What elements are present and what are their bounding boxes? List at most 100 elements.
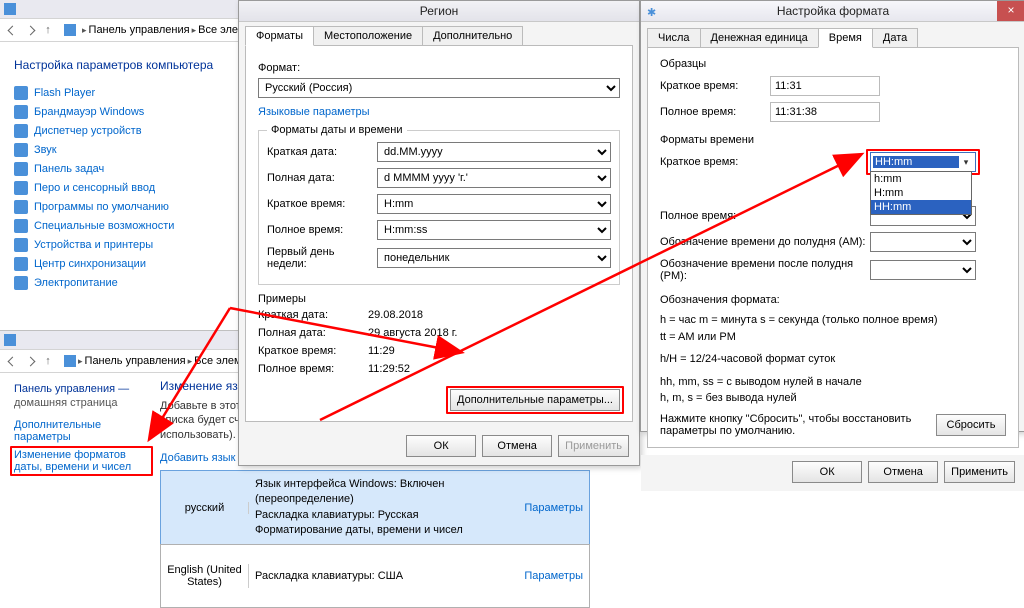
cp-item-label: Панель задач [34, 163, 104, 175]
cp-item-icon [14, 181, 28, 195]
samples-group: Образцы Краткое время: 11:31 Полное врем… [660, 58, 1006, 128]
cp-item-icon [14, 238, 28, 252]
sidebar-link-advanced[interactable]: Дополнительные параметры [14, 419, 149, 443]
chevron-down-icon: ▾ [959, 157, 973, 168]
cp-item-label: Электропитание [34, 277, 118, 289]
nav-fwd-icon[interactable] [22, 22, 38, 38]
cp-item-icon [14, 257, 28, 271]
cp-top-sysicon [4, 3, 16, 15]
pm-select[interactable] [870, 260, 976, 280]
select-option[interactable]: h:mm [871, 172, 971, 186]
example-value: 11:29:52 [368, 363, 620, 375]
lang-add-button[interactable]: Добавить язык [160, 452, 235, 464]
cancel-button[interactable]: Отмена [868, 461, 938, 483]
example-value: 29.08.2018 [368, 309, 620, 321]
cp-item-icon [14, 200, 28, 214]
language-row[interactable]: English (United States)Раскладка клавиат… [160, 544, 590, 608]
time-formats-legend: Форматы времени [660, 134, 1006, 146]
cp-item-label: Центр синхронизации [34, 258, 146, 270]
language-params-link[interactable]: Параметры [524, 570, 583, 582]
reset-note: Нажмите кнопку "Сбросить", чтобы восстан… [660, 413, 926, 437]
language-row[interactable]: русский Язык интерфейса Windows: Включен … [160, 470, 590, 546]
region-row-select[interactable]: H:mm:ss [377, 220, 611, 240]
sample-long-value: 11:31:38 [770, 102, 880, 122]
tab-date[interactable]: Дата [872, 28, 918, 48]
format-settings-dialog: ✱ Настройка формата × Числа Денежная еди… [640, 0, 1024, 432]
breadcrumb-sep [78, 355, 83, 367]
breadcrumb-sep [192, 24, 197, 36]
time-formats-group: Форматы времени Краткое время: HH:mm ▾ h… [660, 134, 1006, 288]
long-time-label: Полное время: [660, 210, 870, 222]
region-row-label: Краткое время: [267, 198, 377, 210]
tab-formats[interactable]: Форматы [245, 26, 314, 46]
breadcrumb-seg1[interactable]: Панель управления [85, 355, 186, 367]
region-row-select[interactable]: d MMMM yyyy 'г.' [377, 168, 611, 188]
select-option[interactable]: H:mm [871, 186, 971, 200]
sample-short-value: 11:31 [770, 76, 880, 96]
datetime-formats-legend: Форматы даты и времени [267, 124, 407, 136]
format-select[interactable]: Русский (Россия) [258, 78, 620, 98]
language-name: English (United States) [167, 564, 249, 588]
sample-long-label: Полное время: [660, 106, 770, 118]
cancel-button[interactable]: Отмена [482, 435, 552, 457]
am-label: Обозначение времени до полудня (AM): [660, 236, 870, 248]
nav-fwd-icon[interactable] [22, 353, 38, 369]
advanced-params-button[interactable]: Дополнительные параметры... [450, 389, 620, 411]
region-row-select[interactable]: dd.MM.yyyy [377, 142, 611, 162]
cp-icon [64, 355, 76, 367]
close-icon[interactable]: × [997, 1, 1024, 21]
nav-back-icon[interactable] [4, 22, 20, 38]
legend-title: Обозначения формата: [660, 294, 1006, 306]
apply-button: Применить [558, 435, 629, 457]
ok-button[interactable]: ОК [792, 461, 862, 483]
cp-item-label: Звук [34, 144, 57, 156]
cp-item-label: Программы по умолчанию [34, 201, 169, 213]
reset-button[interactable]: Сбросить [936, 414, 1006, 436]
cp-item-icon [14, 143, 28, 157]
tab-advanced[interactable]: Дополнительно [422, 26, 523, 46]
tab-numbers[interactable]: Числа [647, 28, 701, 48]
breadcrumb-seg1[interactable]: Панель управления [89, 24, 190, 36]
cp-item-label: Устройства и принтеры [34, 239, 153, 251]
sample-short-label: Краткое время: [660, 80, 770, 92]
cp-item-icon [14, 86, 28, 100]
tab-location[interactable]: Местоположение [313, 26, 423, 46]
region-row-label: Полная дата: [267, 172, 377, 184]
format-dialog-title: ✱ Настройка формата × [641, 1, 1024, 22]
short-time-options[interactable]: h:mmH:mmHH:mm [870, 171, 972, 215]
region-row-label: Первый день недели: [267, 246, 377, 270]
tab-time[interactable]: Время [818, 28, 873, 48]
examples-legend: Примеры [258, 293, 620, 305]
format-dialog-title-text: Настройка формата [777, 4, 889, 18]
nav-back-icon[interactable] [4, 353, 20, 369]
am-select[interactable] [870, 232, 976, 252]
region-row-select[interactable]: H:mm [377, 194, 611, 214]
sidebar-link-date-formats[interactable]: Изменение форматов даты, времени и чисел [14, 449, 149, 473]
language-info: Язык интерфейса Windows: Включен (переоп… [255, 477, 518, 539]
samples-legend: Образцы [660, 58, 1006, 70]
gear-icon: ✱ [647, 3, 656, 23]
example-label: Краткое время: [258, 345, 368, 357]
language-params-link[interactable]: Языковые параметры [258, 106, 370, 118]
language-params-link[interactable]: Параметры [524, 502, 583, 514]
language-name: русский [167, 502, 249, 514]
cp-item-icon [14, 162, 28, 176]
cp-bottom-sidebar: Панель управления — домашняя страница До… [14, 383, 149, 473]
tab-currency[interactable]: Денежная единица [700, 28, 819, 48]
short-time-select[interactable]: HH:mm ▾ h:mmH:mmHH:mm [870, 152, 976, 172]
select-option[interactable]: HH:mm [871, 200, 971, 214]
region-row-select[interactable]: понедельник [377, 248, 611, 268]
ok-button[interactable]: ОК [406, 435, 476, 457]
nav-up-icon[interactable]: ↑ [40, 353, 56, 369]
cp-bottom-sysicon [4, 334, 16, 346]
format-button-row: ОК Отмена Применить [641, 455, 1024, 491]
region-tabstrip: Форматы Местоположение Дополнительно [245, 26, 633, 46]
highlight-date-formats-link: Изменение форматов даты, времени и чисел [10, 446, 153, 476]
nav-up-icon[interactable]: ↑ [40, 22, 56, 38]
apply-button[interactable]: Применить [944, 461, 1015, 483]
example-value: 29 августа 2018 г. [368, 327, 620, 339]
region-row-label: Краткая дата: [267, 146, 377, 158]
highlight-advanced-params: Дополнительные параметры... [446, 386, 624, 414]
sidebar-subtitle: домашняя страница [14, 397, 149, 409]
cp-item-icon [14, 219, 28, 233]
